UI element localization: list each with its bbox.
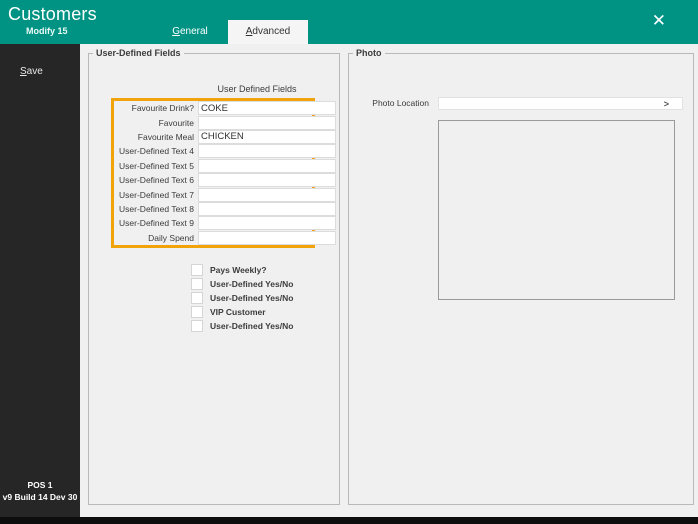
photo-group-title: Photo bbox=[353, 48, 385, 58]
field-input[interactable] bbox=[198, 231, 336, 245]
photo-location-row: Photo Location > bbox=[349, 96, 693, 110]
user-defined-fields-group-title: User-Defined Fields bbox=[93, 48, 184, 58]
page-subtitle: Modify 15 bbox=[26, 26, 68, 36]
field-input[interactable] bbox=[198, 159, 336, 173]
sidebar: Save POS 1 v9 Build 14 Dev 30 bbox=[0, 44, 80, 517]
field-input[interactable] bbox=[198, 173, 336, 187]
udf-row: User-Defined Text 4 bbox=[114, 144, 312, 158]
checkbox-label: User-Defined Yes/No bbox=[210, 279, 293, 289]
field-label: User-Defined Text 8 bbox=[114, 204, 198, 214]
checkbox[interactable] bbox=[191, 292, 203, 304]
field-input[interactable] bbox=[198, 144, 336, 158]
bottom-bar bbox=[0, 517, 698, 524]
field-label: Favourite Drink? bbox=[114, 103, 198, 113]
checkbox-label: Pays Weekly? bbox=[210, 265, 267, 275]
field-label: Favourite bbox=[114, 118, 198, 128]
field-input[interactable] bbox=[198, 101, 336, 115]
pos-terminal-label: POS 1 bbox=[0, 480, 80, 491]
checkbox[interactable] bbox=[191, 264, 203, 276]
pos-build-label: v9 Build 14 Dev 30 bbox=[0, 492, 80, 503]
udf-row: User-Defined Text 5 bbox=[114, 159, 312, 173]
field-label: User-Defined Text 4 bbox=[114, 146, 198, 156]
save-button[interactable]: Save bbox=[20, 66, 43, 77]
title-bar: Customers Modify 15 General Advanced ✕ bbox=[0, 0, 698, 44]
field-label: User-Defined Text 5 bbox=[114, 161, 198, 171]
field-label: Favourite Meal bbox=[114, 132, 198, 142]
udf-row: Favourite bbox=[114, 115, 312, 129]
close-icon[interactable]: ✕ bbox=[652, 12, 666, 29]
main-panel: User-Defined Fields User Defined Fields … bbox=[80, 44, 698, 517]
udf-row: Favourite Drink? bbox=[114, 101, 312, 115]
udf-row: User-Defined Text 8 bbox=[114, 202, 312, 216]
udf-checkbox-list: Pays Weekly? User-Defined Yes/No User-Defi… bbox=[191, 263, 293, 333]
checkbox[interactable] bbox=[191, 278, 203, 290]
field-input[interactable] bbox=[198, 130, 336, 144]
page-title: Customers bbox=[8, 4, 97, 25]
checkbox[interactable] bbox=[191, 320, 203, 332]
tab-general[interactable]: General bbox=[152, 20, 228, 44]
field-input[interactable] bbox=[198, 188, 336, 202]
tab-advanced[interactable]: Advanced bbox=[228, 20, 308, 44]
photo-location-input[interactable] bbox=[439, 98, 671, 109]
customers-window: Customers Modify 15 General Advanced ✕ S… bbox=[0, 0, 698, 524]
udf-column-header: User Defined Fields bbox=[198, 84, 316, 94]
field-label: Daily Spend bbox=[114, 233, 198, 243]
field-label: User-Defined Text 6 bbox=[114, 175, 198, 185]
checkbox[interactable] bbox=[191, 306, 203, 318]
browse-button[interactable]: > bbox=[664, 98, 669, 110]
photo-group: Photo Photo Location > bbox=[348, 48, 694, 505]
udf-row: Favourite Meal bbox=[114, 130, 312, 144]
udf-row: User-Defined Text 7 bbox=[114, 187, 312, 201]
photo-preview bbox=[438, 120, 675, 300]
checkbox-row[interactable]: VIP Customer bbox=[191, 305, 293, 318]
udf-row: Daily Spend bbox=[114, 231, 312, 245]
checkbox-label: VIP Customer bbox=[210, 307, 266, 317]
checkbox-row[interactable]: User-Defined Yes/No bbox=[191, 277, 293, 290]
user-defined-fields-group: User-Defined Fields User Defined Fields … bbox=[88, 48, 340, 505]
checkbox-label: User-Defined Yes/No bbox=[210, 293, 293, 303]
photo-location-field: > bbox=[438, 97, 683, 110]
checkbox-label: User-Defined Yes/No bbox=[210, 321, 293, 331]
udf-row: User-Defined Text 6 bbox=[114, 173, 312, 187]
field-input[interactable] bbox=[198, 202, 336, 216]
pos-version-info: POS 1 v9 Build 14 Dev 30 bbox=[0, 480, 80, 503]
field-label: User-Defined Text 9 bbox=[114, 218, 198, 228]
udf-highlight-box: Favourite Drink? Favourite Favourite Meal U… bbox=[111, 98, 315, 248]
field-input[interactable] bbox=[198, 216, 336, 230]
udf-row: User-Defined Text 9 bbox=[114, 216, 312, 230]
photo-location-label: Photo Location bbox=[349, 98, 438, 108]
checkbox-row[interactable]: User-Defined Yes/No bbox=[191, 319, 293, 332]
checkbox-row[interactable]: User-Defined Yes/No bbox=[191, 291, 293, 304]
field-label: User-Defined Text 7 bbox=[114, 190, 198, 200]
checkbox-row[interactable]: Pays Weekly? bbox=[191, 263, 293, 276]
field-input[interactable] bbox=[198, 116, 336, 130]
